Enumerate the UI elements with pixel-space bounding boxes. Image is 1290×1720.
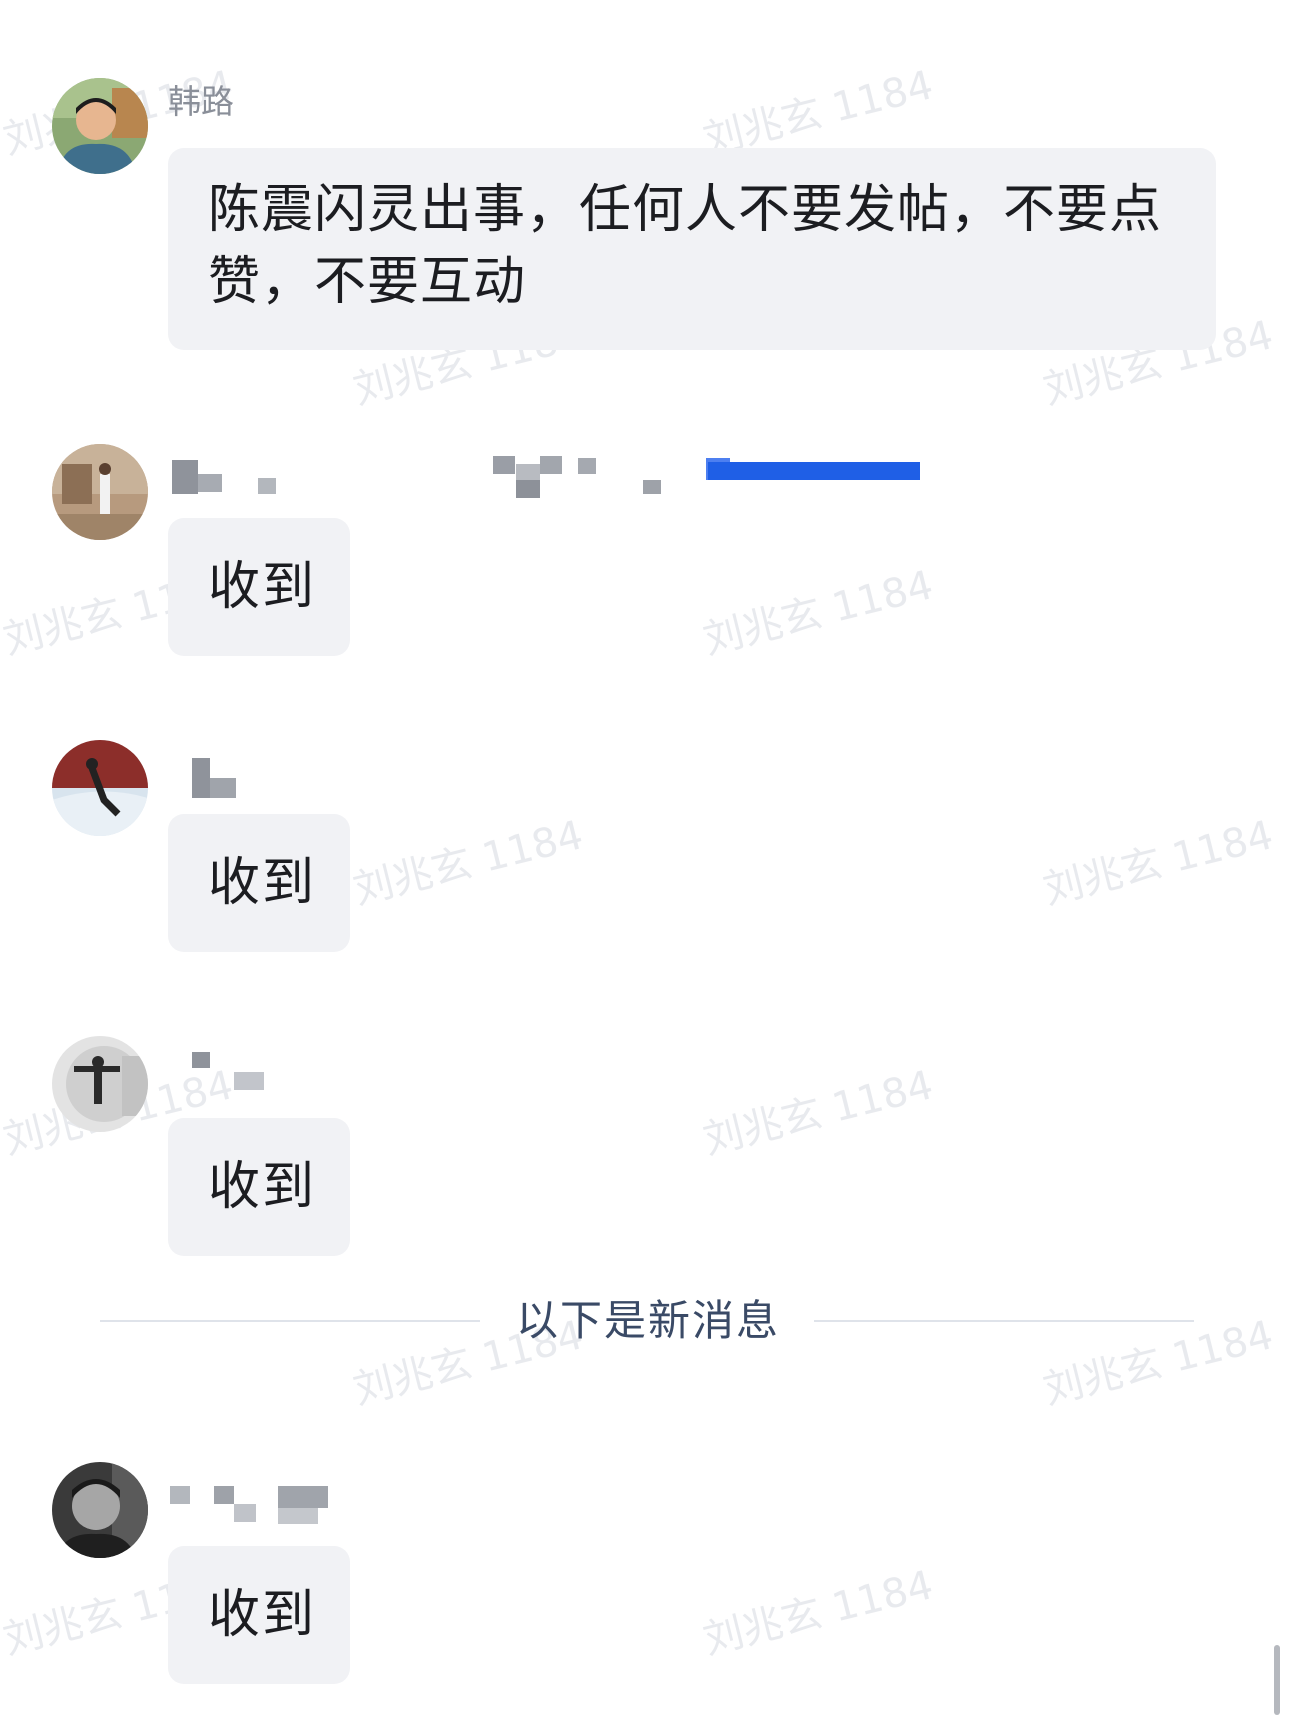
sender-name: 韩路 [168, 82, 234, 121]
watermark: 刘兆玄 1184 [698, 1062, 938, 1164]
watermark: 刘兆玄 1184 [1038, 812, 1278, 914]
avatar[interactable] [52, 1462, 148, 1558]
scrollbar[interactable] [1274, 1645, 1280, 1715]
redacted-sender-name [168, 1486, 358, 1536]
avatar[interactable] [52, 740, 148, 836]
watermark: 刘兆玄 1184 [698, 562, 938, 664]
avatar[interactable] [52, 1036, 148, 1132]
message-bubble[interactable]: 陈震闪灵出事，任何人不要发帖，不要点赞，不要互动 [168, 148, 1216, 350]
divider-line-left [100, 1320, 480, 1322]
avatar[interactable] [52, 78, 148, 174]
redacted-sender-name [168, 758, 288, 808]
divider-line-right [814, 1320, 1194, 1322]
message-bubble[interactable]: 收到 [168, 518, 350, 656]
chat-view[interactable]: 刘兆玄 1184 刘兆玄 1184 刘兆玄 1184 刘兆玄 1184 刘兆玄 … [0, 0, 1290, 1720]
redacted-sender-name [168, 1052, 308, 1102]
message-bubble[interactable]: 收到 [168, 814, 350, 952]
message-bubble[interactable]: 收到 [168, 1546, 350, 1684]
watermark: 刘兆玄 1184 [348, 812, 588, 914]
watermark: 刘兆玄 1184 [698, 1562, 938, 1664]
avatar[interactable] [52, 444, 148, 540]
redacted-sender-name [168, 456, 928, 506]
new-messages-divider: 以下是新消息 [515, 1296, 780, 1345]
message-bubble[interactable]: 收到 [168, 1118, 350, 1256]
